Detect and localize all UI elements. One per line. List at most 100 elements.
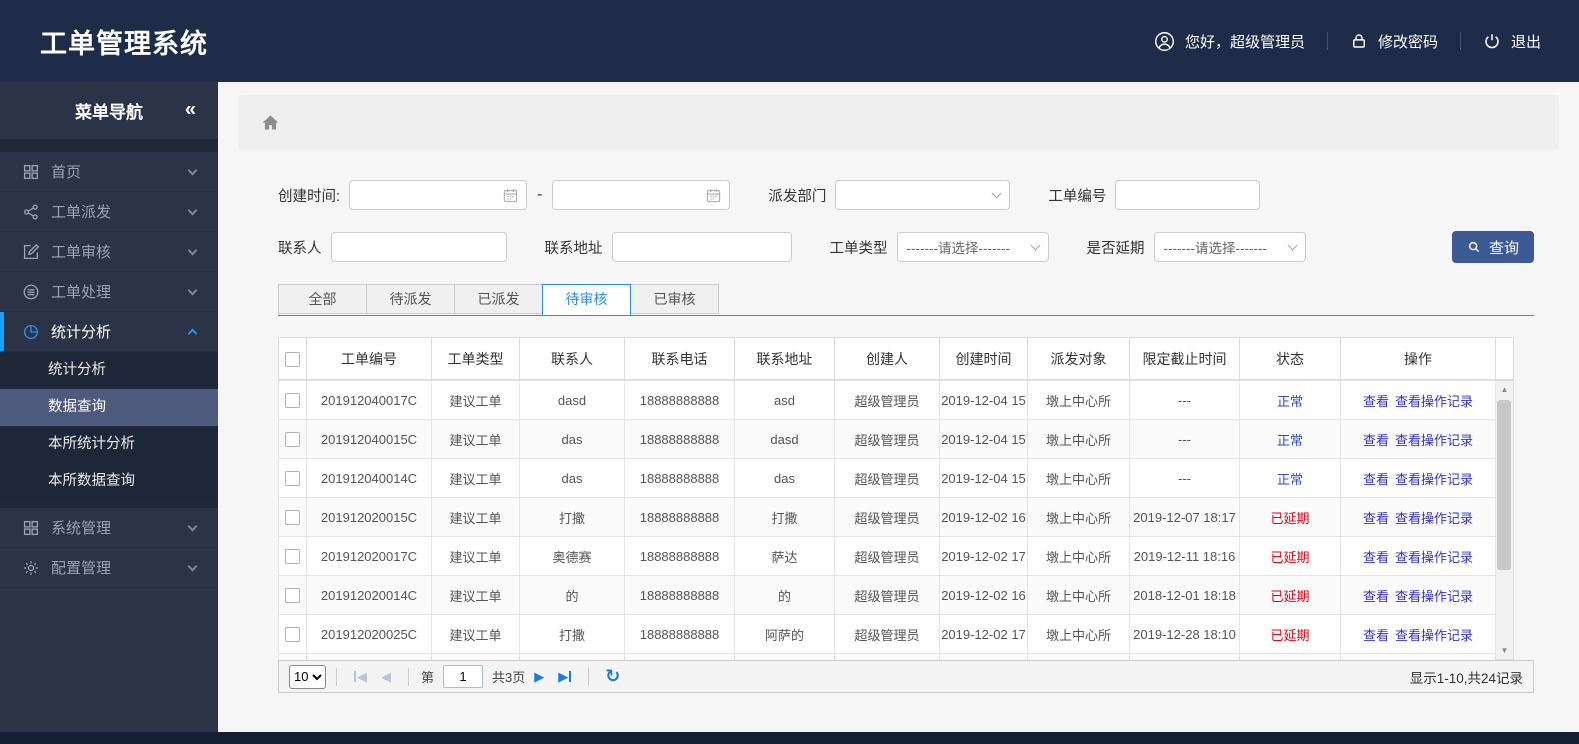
calendar-icon[interactable] — [502, 187, 519, 204]
divider — [0, 139, 218, 152]
created-start-input[interactable] — [349, 180, 528, 210]
submenu-item-local-data-query[interactable]: 本所数据查询 — [0, 463, 218, 500]
row-checkbox[interactable] — [285, 549, 300, 565]
row-checkbox[interactable] — [285, 393, 300, 409]
cell-address: 阿萨的 — [734, 614, 835, 654]
cell-order_no: 201912040017C — [306, 380, 432, 420]
cell-contact: 打撒 — [519, 614, 625, 654]
delay-select[interactable]: -------请选择------- — [1153, 232, 1306, 262]
row-checkbox[interactable] — [285, 510, 300, 526]
page-input[interactable] — [443, 665, 484, 688]
grid-icon — [22, 518, 41, 537]
cell-deadline: 2019-12-28 18:10 — [1129, 614, 1240, 654]
actions-cell: 查看 查看操作记录 — [1340, 380, 1496, 420]
order-no-input[interactable] — [1115, 180, 1261, 210]
created-end-input[interactable] — [552, 180, 731, 210]
cell-order_no: 201912020017C — [306, 536, 432, 576]
tab-all[interactable]: 全部 — [278, 284, 367, 314]
logout-button[interactable]: 退出 — [1483, 31, 1541, 52]
contact-input[interactable] — [330, 232, 507, 262]
type-label: 工单类型 — [829, 240, 888, 257]
submenu-item-data-query[interactable]: 数据查询 — [0, 389, 218, 426]
cell-creator: 超级管理员 — [834, 458, 940, 498]
chevron-down-icon — [1030, 240, 1040, 251]
sidebar-item-config[interactable]: 配置管理 — [0, 548, 218, 588]
prev-page-button[interactable]: ◀ — [381, 669, 391, 685]
status-badge: 已延期 — [1239, 575, 1341, 615]
sidebar-item-process[interactable]: 工单处理 — [0, 272, 218, 312]
change-password-button[interactable]: 修改密码 — [1350, 31, 1438, 52]
dept-select[interactable] — [835, 180, 1011, 210]
status-badge: 正常 — [1239, 419, 1341, 459]
row-checkbox[interactable] — [285, 588, 300, 604]
view-log-link[interactable]: 查看操作记录 — [1395, 511, 1473, 526]
calendar-icon[interactable] — [705, 187, 722, 204]
view-link[interactable]: 查看 — [1363, 472, 1389, 487]
view-link[interactable]: 查看 — [1363, 433, 1389, 448]
view-link[interactable]: 查看 — [1363, 628, 1389, 643]
home-icon[interactable] — [260, 112, 281, 133]
view-link[interactable]: 查看 — [1363, 550, 1389, 565]
view-log-link[interactable]: 查看操作记录 — [1395, 628, 1473, 643]
sidebar-item-dispatch[interactable]: 工单派发 — [0, 192, 218, 232]
view-link[interactable]: 查看 — [1363, 511, 1389, 526]
scrollbar-thumb[interactable] — [1497, 400, 1511, 570]
sidebar-item-system[interactable]: 系统管理 — [0, 508, 218, 548]
view-log-link[interactable]: 查看操作记录 — [1395, 472, 1473, 487]
pie-chart-icon — [22, 322, 41, 341]
tab-reviewed[interactable]: 已审核 — [630, 284, 719, 314]
submenu-item-local-statistics[interactable]: 本所统计分析 — [0, 426, 218, 463]
first-page-button[interactable]: ◀ — [354, 669, 367, 685]
refresh-button[interactable]: ↻ — [605, 666, 620, 687]
tab-to-dispatch[interactable]: 待派发 — [366, 284, 455, 314]
cell-created: 2019-12-04 15 — [939, 458, 1028, 498]
submenu-item-statistics[interactable]: 统计分析 — [0, 352, 218, 389]
search-button[interactable]: 查询 — [1452, 231, 1534, 263]
view-link[interactable]: 查看 — [1363, 394, 1389, 409]
cell-deadline: --- — [1129, 419, 1240, 459]
last-page-button[interactable]: ▶ — [558, 669, 572, 685]
row-checkbox[interactable] — [285, 471, 300, 487]
status-badge: 已延期 — [1239, 497, 1341, 537]
page: 工单管理系统 您好，超级管理员 修改密码 退出 菜单导航 « 首页 工单派发 工… — [0, 0, 1579, 744]
gear-icon — [22, 558, 41, 577]
page-size-select[interactable]: 10 — [289, 664, 326, 689]
collapse-sidebar-button[interactable]: « — [185, 98, 196, 121]
tab-to-review[interactable]: 待审核 — [542, 284, 631, 316]
sidebar-item-home[interactable]: 首页 — [0, 152, 218, 192]
cell-created: 2019-12-04 15 — [939, 380, 1028, 420]
cell-target: 墩上中心所 — [1027, 419, 1130, 459]
view-log-link[interactable]: 查看操作记录 — [1395, 589, 1473, 604]
view-link[interactable]: 查看 — [1363, 589, 1389, 604]
top-bar: 工单管理系统 您好，超级管理员 修改密码 退出 — [0, 0, 1579, 82]
divider — [336, 667, 337, 686]
sidebar-item-review[interactable]: 工单审核 — [0, 232, 218, 272]
type-select[interactable]: -------请选择------- — [896, 232, 1049, 262]
cell-address: das — [734, 458, 835, 498]
address-input[interactable] — [611, 232, 792, 262]
tab-dispatched[interactable]: 已派发 — [454, 284, 543, 314]
cell-creator: 超级管理员 — [834, 497, 940, 537]
topbar-right: 您好，超级管理员 修改密码 退出 — [1154, 31, 1541, 52]
divider — [1459, 32, 1461, 50]
select-all-checkbox[interactable] — [285, 351, 300, 367]
table-row: 201912040014C 建议工单 das 18888888888 das 超级管理员 2… — [278, 458, 1496, 498]
table-row: 201912020017C 建议工单 奥德赛 18888888888 萨达 超级管理员 20… — [278, 536, 1496, 576]
cell-target: 墩上中心所 — [1027, 614, 1130, 654]
view-log-link[interactable]: 查看操作记录 — [1395, 433, 1473, 448]
row-checkbox[interactable] — [285, 627, 300, 643]
chevron-down-icon — [187, 285, 198, 295]
table-row: 201912020015C 建议工单 打撒 18888888888 打撒 超级管理员 201… — [278, 497, 1496, 537]
next-page-button[interactable]: ▶ — [534, 669, 544, 685]
sidebar-item-statistics[interactable]: 统计分析 — [0, 312, 218, 352]
column-header: 联系地址 — [734, 337, 835, 380]
cell-deadline: 2019-12-07 18:17 — [1129, 497, 1240, 537]
vertical-scrollbar[interactable]: ▲ ▼ — [1496, 380, 1514, 660]
cell-order_no: 201912040015C — [306, 419, 432, 459]
user-greeting[interactable]: 您好，超级管理员 — [1154, 31, 1305, 52]
scroll-down-button[interactable]: ▼ — [1496, 642, 1513, 659]
scroll-up-button[interactable]: ▲ — [1496, 381, 1513, 398]
view-log-link[interactable]: 查看操作记录 — [1395, 394, 1473, 409]
row-checkbox[interactable] — [285, 432, 300, 448]
view-log-link[interactable]: 查看操作记录 — [1395, 550, 1473, 565]
